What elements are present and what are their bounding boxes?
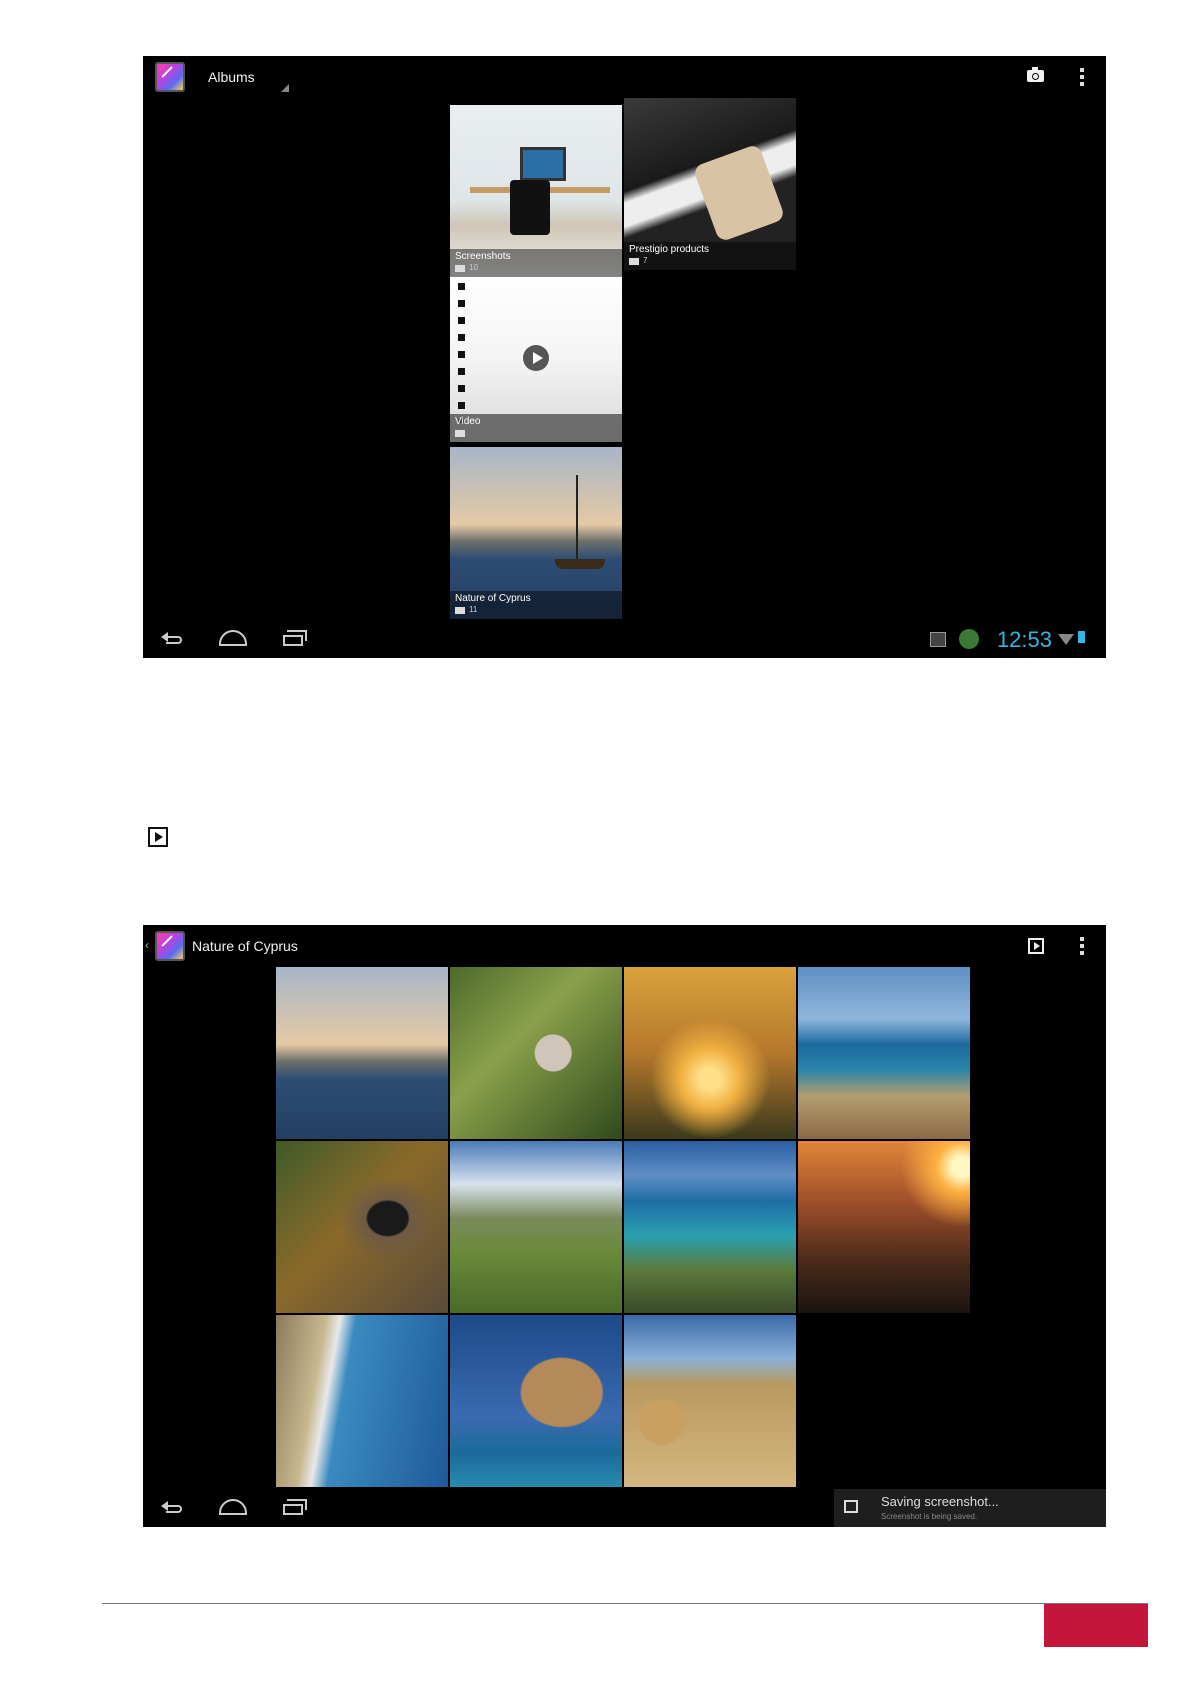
notification-title: Saving screenshot... (881, 1494, 999, 1509)
photo-thumbnail[interactable] (450, 1315, 622, 1487)
monitor-thumb (520, 147, 566, 181)
play-icon (523, 345, 549, 371)
album-count: 10 (469, 263, 478, 272)
photo-thumbnail[interactable] (624, 967, 796, 1139)
action-bar-title[interactable]: Albums (208, 69, 255, 85)
photo-thumbnail[interactable] (276, 967, 448, 1139)
image-notification-icon (844, 1500, 858, 1513)
folder-icon (455, 265, 465, 272)
album-tile-nature-of-cyprus[interactable]: Nature of Cyprus 11 (450, 447, 622, 619)
photo-thumbnail[interactable] (276, 1141, 448, 1313)
usb-drive-thumb (692, 143, 786, 243)
photo-thumbnail[interactable] (798, 967, 970, 1139)
system-nav-bar: Saving screenshot... Screenshot is being… (143, 1489, 1106, 1527)
photo-thumbnail[interactable] (450, 1141, 622, 1313)
slideshow-icon[interactable] (1028, 938, 1044, 954)
album-title: Nature of Cyprus (455, 593, 531, 604)
film-strip-icon (458, 283, 465, 423)
action-bar: Albums (143, 56, 1106, 98)
album-count: 11 (469, 605, 478, 614)
gallery-app-icon[interactable] (155, 931, 185, 961)
camera-icon[interactable] (1027, 67, 1044, 82)
battery-icon (1078, 631, 1085, 643)
photo-thumbnail[interactable] (276, 1315, 448, 1487)
folder-icon (455, 430, 465, 437)
album-caption: Prestigio products 7 (624, 242, 796, 270)
photo-thumbnail[interactable] (798, 1141, 970, 1313)
album-title: Prestigio products (629, 244, 710, 255)
photo-thumbnail[interactable] (450, 967, 622, 1139)
system-nav-bar: 12:53 (143, 620, 1106, 658)
gallery-app-icon[interactable] (155, 62, 185, 92)
album-tile-screenshots[interactable]: Screenshots 10 (450, 105, 622, 277)
slideshow-icon (148, 827, 168, 847)
status-area[interactable]: 12:53 (896, 627, 1096, 652)
image-notification-icon (930, 632, 946, 647)
album-caption: Video (450, 414, 622, 442)
notification-subtitle: Screenshot is being saved. (881, 1512, 978, 1521)
album-count: 7 (643, 256, 648, 265)
chair-thumb (510, 180, 550, 235)
footer-rule (102, 1603, 1148, 1604)
folder-icon (629, 258, 639, 265)
back-icon[interactable] (161, 630, 183, 646)
mast-thumb (576, 475, 578, 565)
dropdown-caret-icon[interactable] (281, 84, 289, 92)
saving-screenshot-notification[interactable]: Saving screenshot... Screenshot is being… (834, 1489, 1106, 1527)
album-title: Video (455, 416, 481, 427)
home-icon[interactable] (219, 630, 247, 646)
album-title: Screenshots (455, 251, 511, 262)
folder-icon (455, 607, 465, 614)
boat-thumb (555, 559, 605, 569)
action-bar: ‹ Nature of Cyprus (143, 925, 1106, 967)
shield-icon (959, 629, 979, 649)
album-tile-prestigio-products[interactable]: Prestigio products 7 (624, 98, 796, 270)
album-caption: Screenshots 10 (450, 249, 622, 277)
overflow-menu-icon[interactable] (1080, 937, 1084, 955)
recent-apps-icon[interactable] (283, 1499, 307, 1515)
albums-screenshot: Albums Screenshots 10 Prestigio products… (143, 56, 1106, 658)
recent-apps-icon[interactable] (283, 630, 307, 646)
footer-page-tab (1044, 1604, 1148, 1647)
back-icon[interactable] (161, 1499, 183, 1515)
wifi-icon (1058, 634, 1074, 645)
up-caret-icon[interactable]: ‹ (145, 938, 149, 952)
home-icon[interactable] (219, 1499, 247, 1515)
action-bar-title[interactable]: Nature of Cyprus (192, 938, 298, 954)
overflow-menu-icon[interactable] (1080, 68, 1084, 86)
album-tile-video[interactable]: Video (450, 277, 622, 442)
album-view-screenshot: ‹ Nature of Cyprus Saving screenshot... … (143, 925, 1106, 1527)
album-caption: Nature of Cyprus 11 (450, 591, 622, 619)
photo-thumbnail[interactable] (624, 1141, 796, 1313)
photo-thumbnail[interactable] (624, 1315, 796, 1487)
clock: 12:53 (996, 627, 1052, 652)
